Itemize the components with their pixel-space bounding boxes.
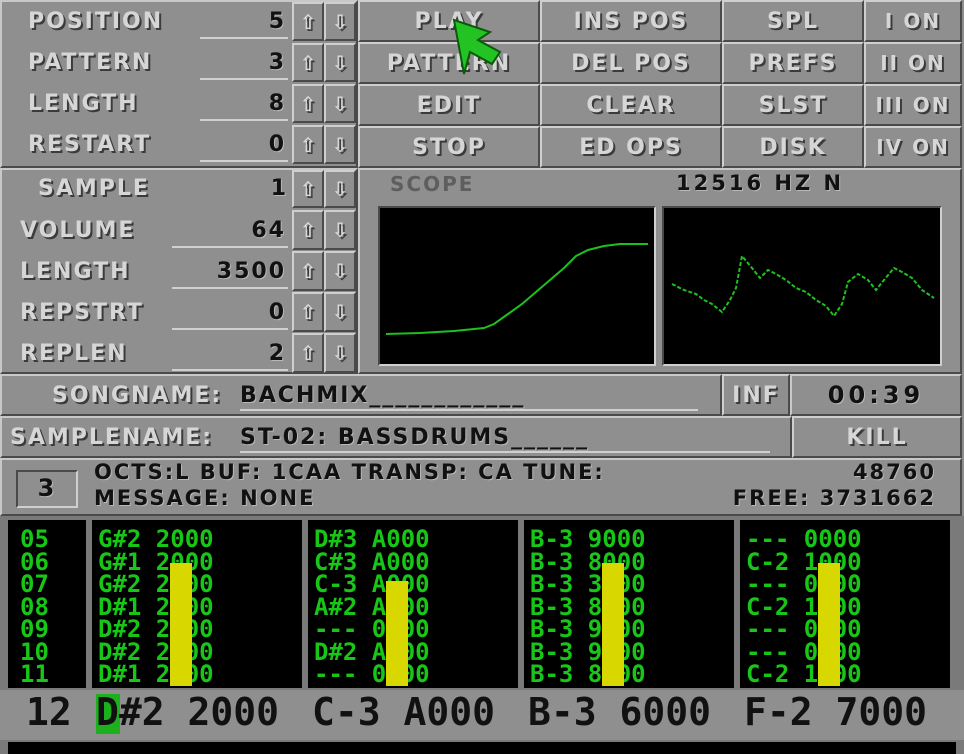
- decrease-icon[interactable]: ⇩: [324, 251, 356, 291]
- channel-4-track[interactable]: --- 0000 C-2 1000 --- 0000 C-2 1000 --- 0000…: [740, 520, 950, 688]
- decrease-icon[interactable]: ⇩: [324, 43, 356, 82]
- pointer-icon: [452, 18, 502, 75]
- status-line-1: OCTS:L BUF: 1CAA TRANSP: CA TUNE:: [94, 460, 605, 484]
- pattern-cell[interactable]: D#1 2000: [98, 662, 302, 685]
- spl-button[interactable]: SPL: [722, 0, 864, 42]
- current-cell-ch3[interactable]: B-3 6000: [528, 690, 711, 734]
- sample-row-value: 2: [172, 341, 288, 371]
- row-numbers: 05 06 07 08 09 10 11: [8, 520, 86, 688]
- channel-2-vu-meter: [386, 581, 408, 686]
- scope-frequency: 12516 HZ N: [676, 171, 845, 195]
- clear-button[interactable]: CLEAR: [540, 84, 722, 126]
- song-row-label: PATTERN: [28, 50, 153, 75]
- song-row-value: 3: [200, 50, 288, 80]
- decrease-icon[interactable]: ⇩: [324, 2, 356, 41]
- scope-label: SCOPE: [390, 172, 475, 196]
- increase-icon[interactable]: ⇧: [292, 84, 324, 123]
- sample-row-label: REPLEN: [20, 341, 128, 366]
- row-number-column: 05 06 07 08 09 10 11: [8, 520, 86, 688]
- ins-pos-button[interactable]: INS POS: [540, 0, 722, 42]
- disk-button[interactable]: DISK: [722, 126, 864, 168]
- sample-row-value: 0: [172, 300, 288, 330]
- channel-1-vu-meter: [170, 563, 192, 686]
- sample-row-label: REPSTRT: [20, 300, 144, 325]
- pattern-cell[interactable]: B-3 8000: [530, 662, 734, 685]
- scope-right: [662, 206, 942, 366]
- decrease-icon[interactable]: ⇩: [324, 170, 356, 208]
- time-display: 00:39: [827, 381, 925, 409]
- channel-4-toggle[interactable]: IV ON: [864, 126, 962, 168]
- pattern-button[interactable]: PATTERN: [358, 42, 540, 84]
- channel-3-vu-meter: [602, 563, 624, 686]
- scope-left: [378, 206, 656, 366]
- edit-button[interactable]: EDIT: [358, 84, 540, 126]
- pattern-cell[interactable]: --- 0000: [314, 662, 518, 685]
- song-row-label: RESTART: [28, 132, 152, 157]
- current-cell-ch2[interactable]: C-3 A000: [312, 690, 495, 734]
- prefs-button[interactable]: PREFS: [722, 42, 864, 84]
- increase-icon[interactable]: ⇧: [292, 125, 324, 164]
- decrease-icon[interactable]: ⇩: [324, 292, 356, 332]
- song-row-value: 0: [200, 132, 288, 162]
- decrease-icon[interactable]: ⇩: [324, 210, 356, 250]
- sample-row-value: 3500: [172, 259, 288, 289]
- decrease-icon[interactable]: ⇩: [324, 333, 356, 373]
- status-line-1-left: OCTS:L BUF: 1CAA TRANSP: CA TUNE:: [94, 460, 605, 484]
- increase-icon[interactable]: ⇧: [292, 251, 324, 291]
- slst-button[interactable]: SLST: [722, 84, 864, 126]
- channel-2-toggle[interactable]: II ON: [864, 42, 962, 84]
- next-row-strip: [8, 742, 956, 754]
- increase-icon[interactable]: ⇧: [292, 2, 324, 41]
- samplename-field[interactable]: ST-02: BASSDRUMS______: [240, 425, 770, 453]
- current-row-number: 12: [26, 690, 72, 734]
- channel-1-toggle[interactable]: I ON: [864, 0, 962, 42]
- pattern-cell[interactable]: C-2 1000: [746, 662, 950, 685]
- row-number: 11: [20, 660, 49, 688]
- channel-2-track[interactable]: D#3 A000 C#3 A000 C-3 A000 A#2 A000 --- 0000…: [308, 520, 518, 688]
- sample-row-value: 64: [172, 218, 288, 248]
- increase-icon[interactable]: ⇧: [292, 333, 324, 373]
- decrease-icon[interactable]: ⇩: [324, 125, 356, 164]
- channel-3-toggle[interactable]: III ON: [864, 84, 962, 126]
- play-button[interactable]: PLAY: [358, 0, 540, 42]
- increase-icon[interactable]: ⇧: [292, 170, 324, 208]
- current-cell-ch4[interactable]: F-2 7000: [744, 690, 927, 734]
- decrease-icon[interactable]: ⇩: [324, 84, 356, 123]
- scope-left-trace: [385, 243, 648, 335]
- sample-label: SAMPLE: [38, 176, 150, 201]
- sample-number: 1: [270, 176, 288, 201]
- channel-3-track[interactable]: B-3 9000 B-3 8000 B-3 3000 B-3 8000 B-3 9000…: [524, 520, 734, 688]
- message-line: MESSAGE: NONE: [94, 486, 316, 510]
- increase-icon[interactable]: ⇧: [292, 43, 324, 82]
- free-memory: FREE: 3731662: [732, 486, 936, 510]
- scope-right-trace: [671, 253, 935, 318]
- octave-value: 3: [37, 474, 57, 502]
- songname-field[interactable]: BACHMIX____________: [240, 383, 698, 411]
- samplename-label: SAMPLENAME:: [10, 425, 214, 450]
- channel-1-track[interactable]: G#2 2000 G#1 2000 G#2 2000 D#1 2000 D#2 2000…: [92, 520, 302, 688]
- song-row-label: LENGTH: [28, 91, 139, 116]
- del-pos-button[interactable]: DEL POS: [540, 42, 722, 84]
- song-row-value: 8: [200, 91, 288, 121]
- ed-ops-button[interactable]: ED OPS: [540, 126, 722, 168]
- sample-row-label: LENGTH: [20, 259, 131, 284]
- song-row-value: 5: [200, 9, 288, 39]
- stop-button[interactable]: STOP: [358, 126, 540, 168]
- increase-icon[interactable]: ⇧: [292, 210, 324, 250]
- channel-4-vu-meter: [818, 563, 840, 686]
- info-button[interactable]: INF: [722, 374, 790, 416]
- increase-icon[interactable]: ⇧: [292, 292, 324, 332]
- sample-row-label: VOLUME: [20, 218, 136, 243]
- song-row-label: POSITION: [28, 9, 164, 34]
- current-cell-ch1[interactable]: D#2 2000: [96, 690, 279, 734]
- tune-value: 48760: [852, 460, 936, 484]
- songname-label: SONGNAME:: [52, 383, 223, 408]
- kill-button[interactable]: KILL: [792, 416, 962, 458]
